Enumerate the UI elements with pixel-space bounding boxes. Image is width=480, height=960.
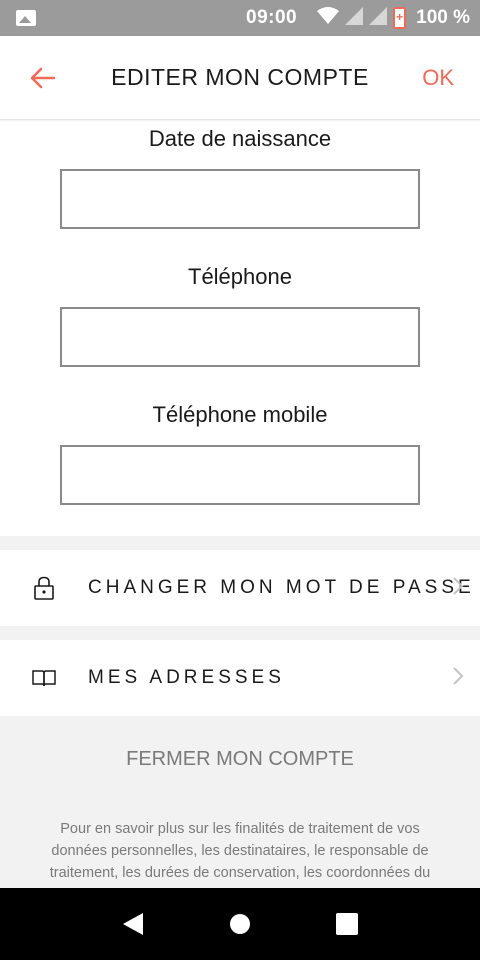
lock-icon [0, 576, 88, 600]
birthdate-input[interactable] [60, 169, 420, 229]
ok-button[interactable]: OK [422, 65, 454, 91]
app-bar: EDITER MON COMPTE OK [0, 36, 480, 120]
change-password-row[interactable]: CHANGER MON MOT DE PASSE [0, 550, 480, 626]
nav-home-button[interactable] [210, 894, 270, 954]
image-icon [16, 10, 36, 26]
change-password-label: CHANGER MON MOT DE PASSE [88, 577, 475, 598]
signal-icon [345, 6, 364, 30]
phone-input[interactable] [60, 307, 420, 367]
nav-back-button[interactable] [103, 894, 163, 954]
navigation-bar [0, 888, 480, 960]
phone-label: Téléphone [188, 264, 292, 289]
addresses-row[interactable]: MES ADRESSES [0, 640, 480, 716]
chevron-right-icon [453, 577, 464, 595]
chevron-right-icon [453, 667, 464, 685]
status-time: 09:00 [246, 7, 298, 28]
book-icon [0, 669, 88, 687]
wifi-icon [317, 6, 340, 30]
form-section: Date de naissance Téléphone Téléphone mo… [0, 120, 480, 536]
recents-square-icon [335, 913, 358, 935]
back-button[interactable] [0, 36, 84, 120]
privacy-info-text: Pour en savoir plus sur les finalités de… [49, 821, 431, 881]
nav-recents-button[interactable] [317, 894, 377, 954]
mobile-phone-label: Téléphone mobile [152, 402, 328, 427]
signal-icon-2 [369, 6, 388, 30]
birthdate-label: Date de naissance [148, 126, 332, 151]
back-triangle-icon [123, 913, 144, 935]
status-bar: 09:00 100 % [0, 0, 480, 36]
home-circle-icon [229, 914, 250, 934]
status-bar-right: 09:00 100 % [246, 6, 470, 30]
arrow-left-icon [30, 67, 55, 88]
addresses-label: MES ADRESSES [88, 667, 285, 688]
battery-percent: 100 % [416, 7, 470, 28]
close-account-link[interactable]: FERMER MON COMPTE [0, 748, 480, 771]
mobile-phone-input[interactable] [60, 445, 420, 505]
battery-icon [393, 7, 407, 29]
